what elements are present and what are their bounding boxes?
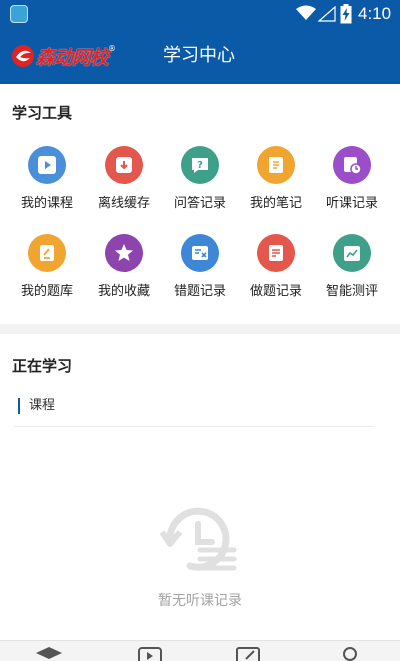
tool-listen-records[interactable]: 听课记录: [314, 146, 390, 211]
tab-course[interactable]: 课程: [18, 398, 55, 414]
wifi-icon: [296, 5, 316, 20]
nav-edit-icon[interactable]: [236, 647, 262, 661]
brand-logo: 森动网校 ®: [10, 42, 116, 70]
app-bar: 森动网校 ® 学习中心: [0, 28, 400, 84]
tool-label: 我的笔记: [249, 196, 302, 211]
signal-icon: [318, 6, 336, 22]
bottom-navigation: [0, 640, 400, 661]
tool-label: 我的收藏: [97, 284, 150, 299]
play-video-icon: [28, 146, 66, 184]
tool-my-notes[interactable]: 我的笔记: [238, 146, 314, 211]
download-cache-icon: [105, 146, 143, 184]
page-title: 学习中心: [163, 45, 235, 66]
tool-label: 离线缓存: [97, 196, 150, 211]
tool-qa-records[interactable]: ? 问答记录: [162, 146, 238, 211]
app-notification-icon: [10, 5, 28, 23]
status-bar: 4:10: [0, 0, 400, 28]
wrong-answer-icon: [181, 234, 219, 272]
tool-offline-cache[interactable]: 离线缓存: [86, 146, 162, 211]
empty-history-icon: [160, 507, 237, 571]
clock: 4:10: [358, 4, 392, 23]
section-title-tools: 学习工具: [12, 104, 73, 122]
nav-graduation-cap-icon[interactable]: [34, 647, 64, 661]
tool-my-favorites[interactable]: 我的收藏: [86, 234, 162, 299]
logo-registered-mark: ®: [108, 44, 117, 53]
notebook-icon: [257, 146, 295, 184]
learning-tools-section: 学习工具 我的课程 离线缓存 ? 问答记录 我的笔记 听课记录 我的题库 我的收…: [0, 84, 400, 324]
tool-label: 错题记录: [173, 284, 226, 299]
star-icon: [105, 234, 143, 272]
tool-label: 我的题库: [20, 284, 73, 299]
question-chat-icon: ?: [181, 146, 219, 184]
section-title-learning: 正在学习: [12, 357, 73, 375]
listen-history-icon: [333, 146, 371, 184]
tool-label: 做题记录: [249, 284, 302, 299]
nav-video-icon[interactable]: [138, 647, 162, 661]
tool-my-courses[interactable]: 我的课程: [9, 146, 85, 211]
tool-smart-evaluation[interactable]: 智能测评: [314, 234, 390, 299]
nav-profile-icon[interactable]: [340, 647, 360, 661]
tool-label: 智能测评: [325, 284, 378, 299]
battery-charging-icon: [340, 4, 352, 24]
divider: [14, 426, 374, 427]
tool-label: 我的课程: [20, 196, 73, 211]
question-bank-icon: [28, 234, 66, 272]
exercise-record-icon: [257, 234, 295, 272]
tool-wrong-answers[interactable]: 错题记录: [162, 234, 238, 299]
tool-my-question-bank[interactable]: 我的题库: [9, 234, 85, 299]
tool-label: 问答记录: [173, 196, 226, 211]
tool-exercise-records[interactable]: 做题记录: [238, 234, 314, 299]
smart-eval-icon: [333, 234, 371, 272]
tool-label: 听课记录: [325, 196, 378, 211]
logo-text: 森动网校: [36, 46, 109, 69]
logo-swirl-icon: [12, 45, 34, 67]
svg-text:?: ?: [197, 160, 203, 171]
currently-learning-section: 正在学习 课程 暂无听课记录: [0, 334, 400, 640]
empty-state-text: 暂无听课记录: [158, 593, 242, 609]
